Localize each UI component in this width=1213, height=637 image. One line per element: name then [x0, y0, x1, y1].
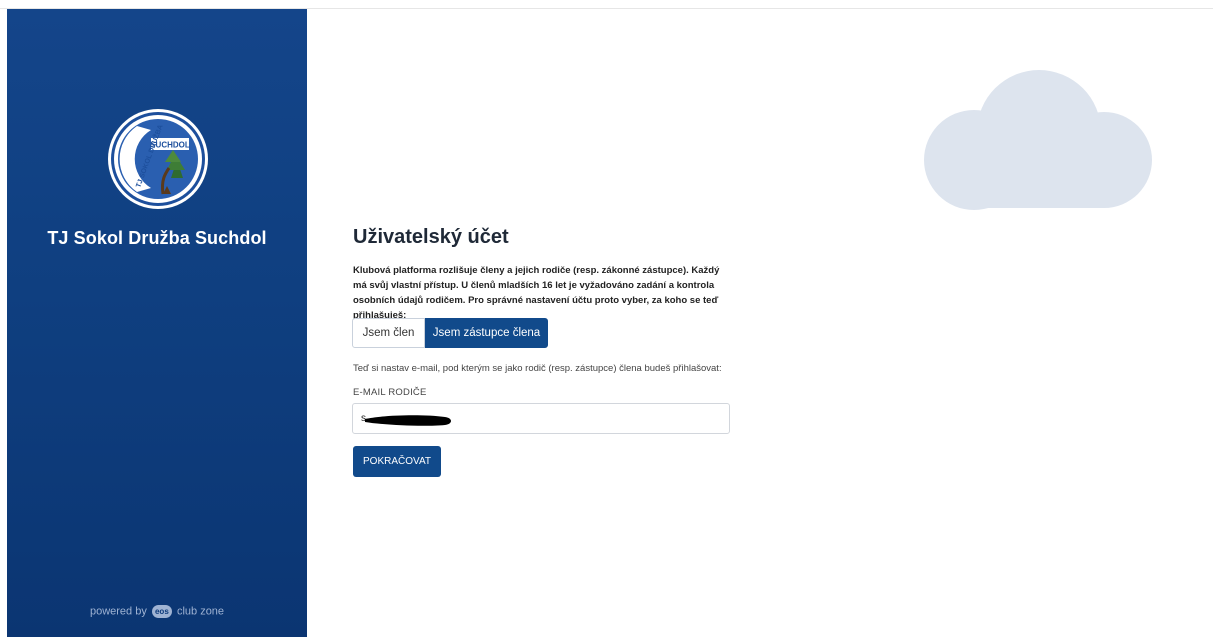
powered-by[interactable]: powered by eos club zone	[7, 605, 307, 618]
representative-option-button[interactable]: Jsem zástupce člena	[425, 318, 548, 348]
powered-prefix: powered by	[89, 605, 147, 618]
email-hint: Teď si nastav e-mail, pod kterým se jako…	[353, 363, 722, 374]
cloud-icon	[924, 70, 1154, 225]
member-option-button[interactable]: Jsem člen	[352, 318, 425, 348]
continue-button[interactable]: POKRAČOVAT	[353, 446, 441, 477]
club-name: TJ Sokol Družba Suchdol	[47, 228, 267, 248]
account-type-toggle: Jsem člen Jsem zástupce člena	[352, 318, 548, 348]
page-title: Uživatelský účet	[353, 226, 509, 248]
email-label: E-MAIL RODIČE	[353, 387, 427, 398]
parent-email-field[interactable]: s	[352, 403, 730, 434]
redaction-mark	[365, 415, 451, 426]
eos-logo-icon: eos	[151, 605, 172, 618]
club-logo: SUCHDOL TJ SOKOL DRUŽBA	[107, 108, 209, 210]
sidebar: SUCHDOL TJ SOKOL DRUŽBA TJ Sokol Družba …	[7, 9, 307, 637]
description: Klubová platforma rozlišuje členy a jeji…	[353, 265, 720, 321]
powered-suffix: club zone	[176, 605, 225, 618]
